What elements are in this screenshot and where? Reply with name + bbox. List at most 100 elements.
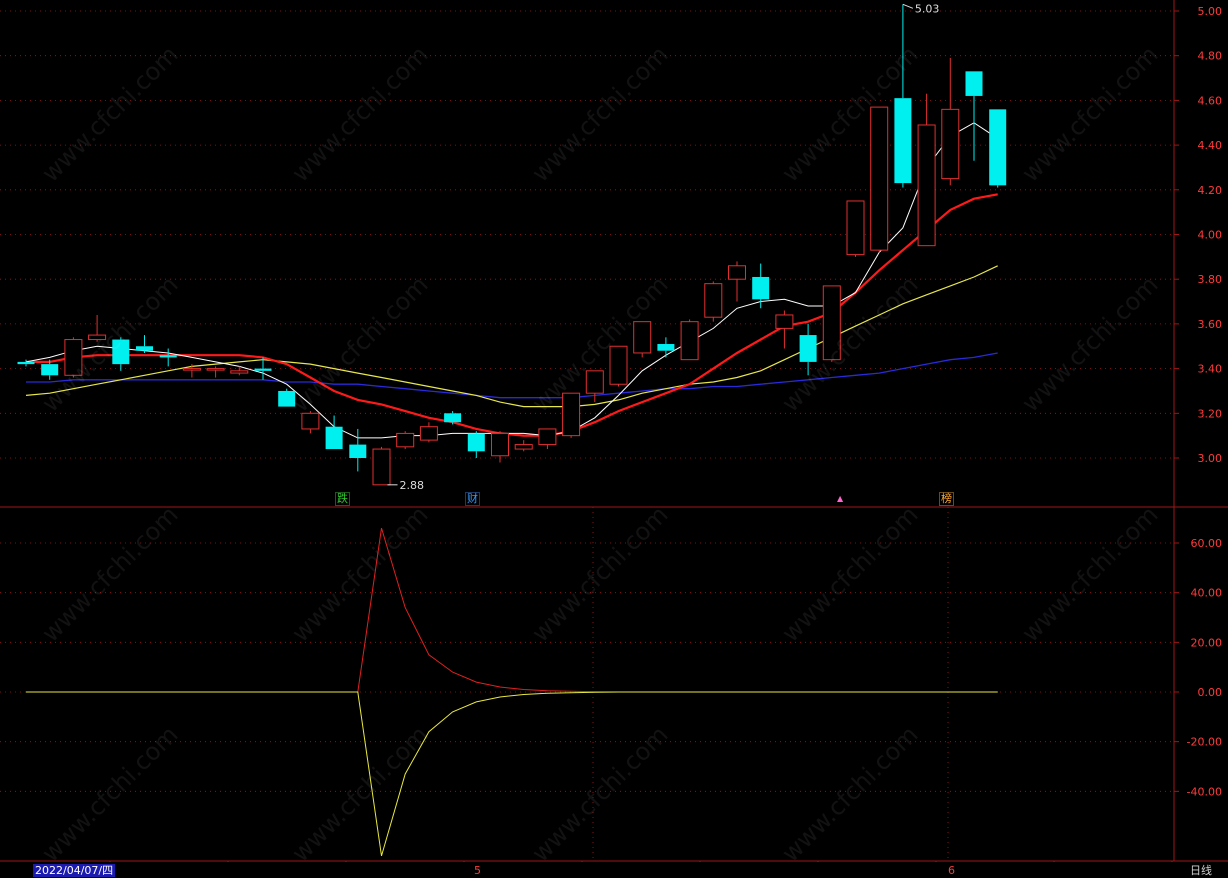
price-tick-label: 5.00 bbox=[1198, 5, 1223, 18]
month-tick-5: 5 bbox=[474, 864, 481, 877]
price-tick-label: 3.00 bbox=[1198, 452, 1223, 465]
price-axis: 3.00 3.20 3.40 3.60 3.80 4.00 4.20 4.40 4.60 4.80… bbox=[1174, 5, 1222, 798]
candle-body bbox=[941, 108, 960, 180]
candle-body bbox=[704, 283, 723, 318]
candle-body bbox=[585, 370, 604, 394]
indicator-lines bbox=[26, 527, 998, 857]
candle bbox=[206, 366, 225, 378]
indicator-tick-label: 40.00 bbox=[1191, 587, 1223, 600]
chart-grid bbox=[0, 0, 1228, 865]
time-axis-bar bbox=[0, 862, 1228, 878]
candle bbox=[88, 314, 107, 342]
candle-body bbox=[680, 321, 699, 361]
ma20-line bbox=[25, 265, 998, 408]
candle-body bbox=[396, 432, 415, 448]
candle-body bbox=[301, 412, 320, 430]
candle bbox=[657, 337, 675, 358]
indicator-yellow-line bbox=[26, 691, 998, 857]
stock-chart[interactable]: 3.00 3.20 3.40 3.60 3.80 4.00 4.20 4.40 4.60 4.80… bbox=[0, 0, 1228, 878]
candle-body bbox=[799, 335, 817, 362]
ma60-line bbox=[26, 352, 998, 399]
candle-body bbox=[538, 428, 557, 446]
candle bbox=[562, 392, 581, 438]
indicator-tick-label: -40.00 bbox=[1187, 785, 1222, 798]
indicator-red-line bbox=[26, 527, 998, 693]
candle-body bbox=[254, 368, 272, 371]
candle-body bbox=[728, 265, 746, 280]
candle-body bbox=[467, 433, 485, 452]
candle-body bbox=[752, 276, 770, 300]
candle-body bbox=[562, 392, 581, 437]
candle bbox=[680, 319, 699, 361]
indicator-tick-label: 60.00 bbox=[1191, 537, 1223, 550]
candle bbox=[419, 422, 438, 443]
candle bbox=[799, 323, 817, 376]
candle-body bbox=[41, 364, 59, 376]
candle-body bbox=[917, 124, 936, 247]
candle bbox=[846, 200, 865, 257]
candle-body bbox=[444, 413, 462, 423]
tag-finance[interactable]: 财 bbox=[465, 492, 480, 506]
candle-body bbox=[278, 390, 296, 407]
candle-body bbox=[894, 98, 912, 184]
price-tick-label: 4.20 bbox=[1198, 184, 1223, 197]
candle-body bbox=[112, 339, 130, 365]
low-price-label: 2.88 bbox=[400, 479, 425, 492]
price-tick-label: 3.80 bbox=[1198, 273, 1223, 286]
indicator-tick-label: 20.00 bbox=[1191, 636, 1223, 649]
price-tick-label: 4.00 bbox=[1198, 229, 1223, 242]
candle-body bbox=[491, 432, 509, 457]
candle bbox=[704, 281, 723, 322]
candle-body bbox=[989, 109, 1007, 186]
candle bbox=[64, 337, 83, 378]
tag-up-arrow[interactable]: ▲ bbox=[836, 493, 844, 505]
candle bbox=[728, 261, 746, 302]
candle bbox=[396, 431, 415, 450]
moving-average-lines bbox=[25, 122, 998, 439]
high-price-label: 5.03 bbox=[915, 2, 940, 15]
candle-body bbox=[846, 200, 865, 256]
candle-body bbox=[965, 71, 983, 96]
candle bbox=[917, 93, 936, 247]
candle bbox=[136, 335, 153, 353]
price-tick-label: 3.40 bbox=[1198, 363, 1223, 376]
candle-body bbox=[182, 368, 201, 371]
candle bbox=[894, 4, 912, 188]
tag-list[interactable]: 榜 bbox=[939, 492, 954, 506]
candle bbox=[870, 106, 889, 253]
price-tick-label: 3.60 bbox=[1198, 318, 1223, 331]
candle bbox=[112, 337, 130, 371]
candle bbox=[633, 321, 652, 358]
candle-body bbox=[325, 426, 343, 450]
candle-body bbox=[633, 321, 652, 354]
indicator-tick-label: 0.00 bbox=[1198, 686, 1223, 699]
candle bbox=[538, 428, 557, 450]
candle bbox=[752, 263, 770, 309]
candle-body bbox=[870, 106, 889, 251]
high-pointer bbox=[902, 3, 914, 9]
candle-body bbox=[64, 339, 83, 376]
price-tick-label: 4.60 bbox=[1198, 94, 1223, 107]
ma5-line bbox=[25, 122, 998, 439]
candle-body bbox=[514, 444, 533, 450]
candle-body bbox=[136, 346, 153, 351]
candle-body bbox=[17, 361, 35, 365]
candle-body bbox=[372, 448, 391, 486]
candle bbox=[467, 431, 485, 458]
candle bbox=[278, 388, 296, 407]
candle bbox=[159, 348, 177, 367]
month-tick-6: 6 bbox=[948, 864, 955, 877]
candle-body bbox=[159, 355, 177, 358]
price-tick-label: 3.20 bbox=[1198, 407, 1223, 420]
candle-body bbox=[230, 370, 249, 374]
indicator-tick-label: -20.00 bbox=[1187, 736, 1222, 749]
price-tick-label: 4.80 bbox=[1198, 50, 1223, 63]
candle bbox=[822, 285, 841, 362]
candle bbox=[965, 71, 983, 161]
candlestick-series[interactable] bbox=[17, 4, 1007, 486]
candle-body bbox=[419, 426, 438, 441]
candle bbox=[989, 109, 1007, 188]
candle bbox=[301, 411, 320, 434]
period-selector[interactable]: 日线 bbox=[1190, 864, 1212, 877]
tag-drop[interactable]: 跌 bbox=[335, 492, 350, 506]
